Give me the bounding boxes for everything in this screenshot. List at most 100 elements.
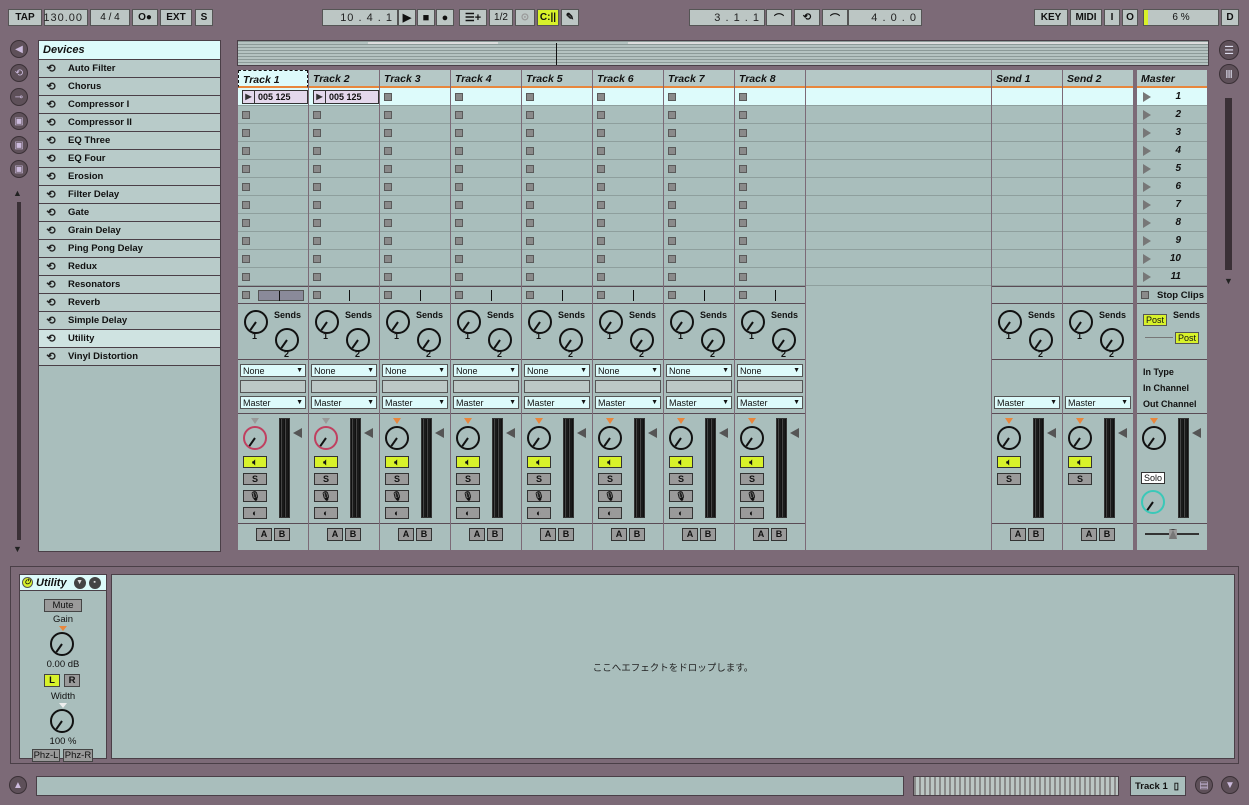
track-activator-button[interactable]: 🔈︎: [456, 456, 480, 468]
input-type-dropdown[interactable]: None ▼: [382, 364, 448, 377]
stop-button[interactable]: ■: [417, 9, 435, 26]
output-dropdown[interactable]: Master ▼: [737, 396, 803, 409]
scroll-down-icon[interactable]: ▼: [1224, 276, 1233, 286]
scene-launch[interactable]: 1: [1137, 88, 1207, 106]
browser-item[interactable]: ⟲ Filter Delay: [39, 186, 220, 204]
tempo-field[interactable]: 130.00: [43, 9, 88, 26]
crossfade-a-button[interactable]: A: [398, 527, 414, 541]
quantize-menu-button[interactable]: ☰+: [459, 9, 487, 26]
crossfade-b-button[interactable]: B: [558, 527, 574, 541]
monitor-button[interactable]: ◐: [598, 507, 622, 519]
output-dropdown[interactable]: Master ▼: [311, 396, 377, 409]
quantize-field[interactable]: 1/2: [489, 9, 513, 26]
cue-volume-knob[interactable]: [1141, 490, 1165, 514]
track-header[interactable]: Track 6: [593, 70, 663, 88]
device-menu-button[interactable]: ▼: [73, 576, 86, 589]
clip-slot[interactable]: [735, 232, 805, 250]
clip-slot[interactable]: [522, 214, 592, 232]
solo-button[interactable]: S: [527, 473, 551, 485]
return-track-header[interactable]: Send 2: [1063, 70, 1133, 88]
loop-length-field[interactable]: 4 . 0 . 0: [848, 9, 922, 26]
arm-button[interactable]: 🎙︎: [456, 490, 480, 502]
crossfade-a-button[interactable]: A: [682, 527, 698, 541]
time-signature-field[interactable]: 4 / 4: [90, 9, 130, 26]
output-dropdown[interactable]: Master ▼: [453, 396, 519, 409]
clip-slot[interactable]: [664, 106, 734, 124]
master-volume-slider[interactable]: [1192, 428, 1201, 438]
track-header[interactable]: Track 2: [309, 70, 379, 88]
input-channel-dropdown[interactable]: [595, 380, 661, 393]
arm-button[interactable]: 🎙︎: [669, 490, 693, 502]
track-activator-button[interactable]: 🔈︎: [740, 456, 764, 468]
input-type-dropdown[interactable]: None ▼: [311, 364, 377, 377]
pan-knob[interactable]: [243, 426, 267, 450]
track-header[interactable]: Track 4: [451, 70, 521, 88]
track-header[interactable]: Track 5: [522, 70, 592, 88]
solo-button[interactable]: S: [669, 473, 693, 485]
clip-slot[interactable]: [451, 106, 521, 124]
track-activator-button[interactable]: 🔈︎: [598, 456, 622, 468]
solo-cue-toggle[interactable]: Solo: [1141, 472, 1165, 484]
volume-slider[interactable]: [1047, 428, 1056, 438]
clip-slot[interactable]: [522, 106, 592, 124]
ext-sync-button[interactable]: EXT: [160, 9, 192, 26]
stop-button[interactable]: [242, 291, 250, 299]
clip-slot[interactable]: [238, 124, 308, 142]
crossfade-a-button[interactable]: A: [327, 527, 343, 541]
pan-knob[interactable]: [598, 426, 622, 450]
clip-slot[interactable]: [451, 142, 521, 160]
clip-slot[interactable]: [664, 196, 734, 214]
scene-launch[interactable]: 9: [1137, 232, 1207, 250]
clip-slot[interactable]: [735, 196, 805, 214]
volume-slider[interactable]: [719, 428, 728, 438]
stop-button[interactable]: [739, 291, 747, 299]
solo-button[interactable]: S: [997, 473, 1021, 485]
clip-slot[interactable]: [451, 214, 521, 232]
width-knob[interactable]: [50, 709, 74, 733]
clip-slot[interactable]: [238, 268, 308, 286]
browser-item[interactable]: ⟲ EQ Four: [39, 150, 220, 168]
volume-slider[interactable]: [577, 428, 586, 438]
clip-slot[interactable]: [238, 196, 308, 214]
follow-button[interactable]: C:||: [537, 9, 559, 26]
output-dropdown[interactable]: Master ▼: [994, 396, 1060, 409]
clip-slot[interactable]: [522, 196, 592, 214]
clip-slot[interactable]: [238, 232, 308, 250]
browser-item[interactable]: ⟲ Chorus: [39, 78, 220, 96]
crossfade-b-button[interactable]: B: [487, 527, 503, 541]
solo-button[interactable]: S: [740, 473, 764, 485]
crossfade-a-button[interactable]: A: [753, 527, 769, 541]
clip-slot[interactable]: [593, 268, 663, 286]
browser-item[interactable]: ⟲ EQ Three: [39, 132, 220, 150]
clip-slot[interactable]: [309, 106, 379, 124]
scene-launch[interactable]: 6: [1137, 178, 1207, 196]
browser-item[interactable]: ⟲ Reverb: [39, 294, 220, 312]
clip-slot[interactable]: [380, 250, 450, 268]
clip-slot[interactable]: [380, 232, 450, 250]
clip-slot[interactable]: [593, 124, 663, 142]
scene-launch[interactable]: 11: [1137, 268, 1207, 286]
input-type-dropdown[interactable]: None ▼: [240, 364, 306, 377]
monitor-button[interactable]: ◐: [740, 507, 764, 519]
clip-slot[interactable]: [664, 214, 734, 232]
input-type-dropdown[interactable]: None ▼: [737, 364, 803, 377]
clip-view-button[interactable]: ▤: [1195, 776, 1213, 794]
scene-launch[interactable]: 7: [1137, 196, 1207, 214]
crossfade-a-button[interactable]: A: [611, 527, 627, 541]
clip-slot[interactable]: [238, 214, 308, 232]
pan-knob[interactable]: [997, 426, 1021, 450]
clip-slot[interactable]: [451, 124, 521, 142]
metronome-button[interactable]: O●: [132, 9, 158, 26]
clip-slot[interactable]: [735, 178, 805, 196]
d-button[interactable]: D: [1221, 9, 1239, 26]
clip-slot[interactable]: [309, 250, 379, 268]
browser-item[interactable]: ⟲ Erosion: [39, 168, 220, 186]
clip-slot[interactable]: [735, 250, 805, 268]
solo-button[interactable]: S: [314, 473, 338, 485]
clip-slot[interactable]: [380, 178, 450, 196]
crossfade-a-button[interactable]: A: [469, 527, 485, 541]
crossfade-b-button[interactable]: B: [700, 527, 716, 541]
clip-slot[interactable]: [309, 160, 379, 178]
session-view-button[interactable]: ☰: [1219, 40, 1239, 60]
clip-slot[interactable]: [593, 160, 663, 178]
